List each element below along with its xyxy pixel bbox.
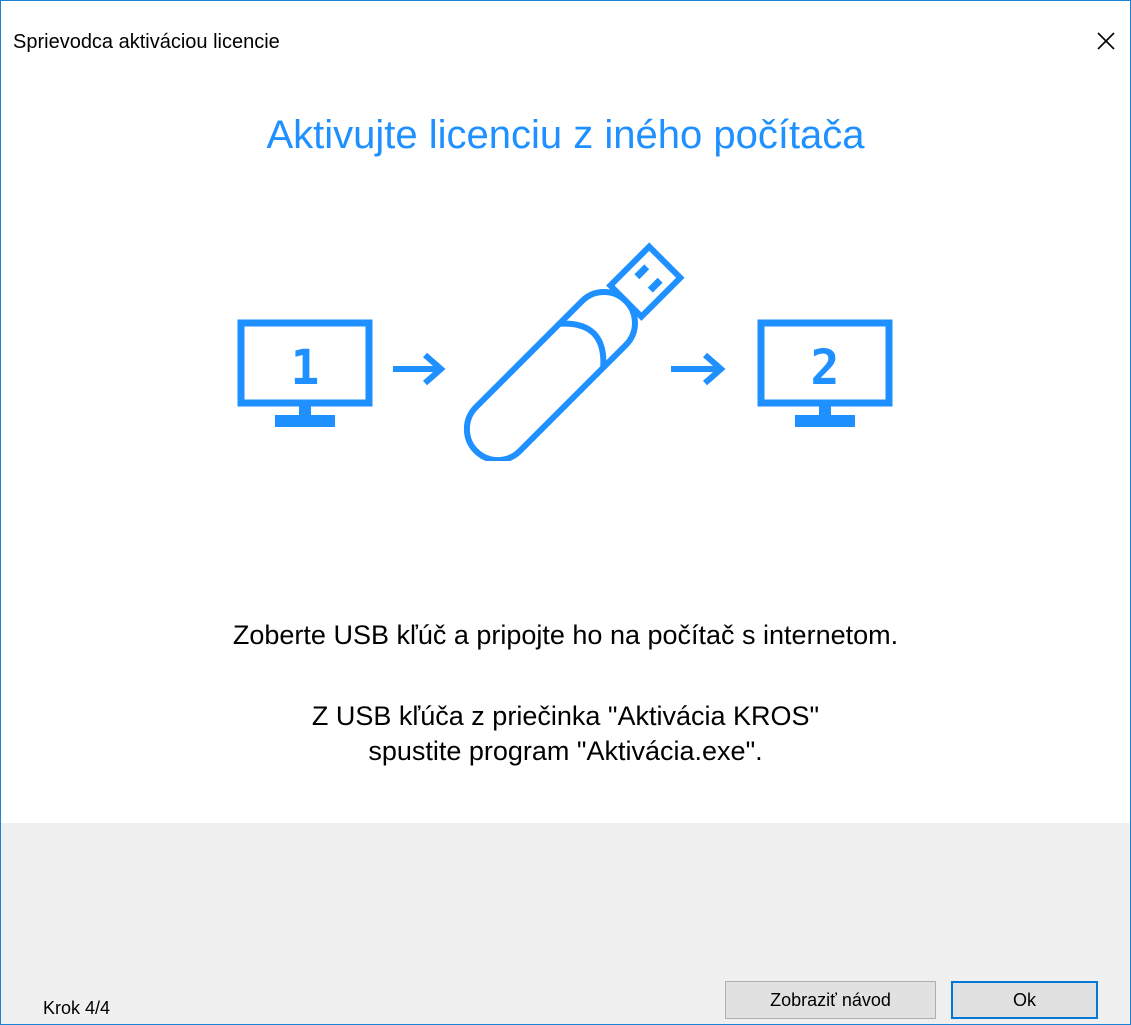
arrow-right-icon [393,352,446,386]
arrow-right-icon [671,352,726,386]
activation-wizard-window: Sprievodca aktiváciou licencie Aktivujte… [0,0,1131,1025]
title-bar: Sprievodca aktiváciou licencie [1,1,1130,81]
monitor-1-icon: 1 [237,319,373,427]
monitor-1-label: 1 [291,340,320,396]
page-title: Aktivujte licenciu z iného počítača [266,113,865,157]
close-icon [1097,32,1115,50]
instruction-line-3: spustite program "Aktivácia.exe". [368,736,763,766]
instruction-line-2: Z USB kľúča z priečinka "Aktivácia KROS" [311,701,820,731]
window-title: Sprievodca aktiváciou licencie [13,31,280,53]
ok-button[interactable]: Ok [951,981,1098,1019]
activation-illustration: 1 2 [237,242,893,461]
monitor-2-icon: 2 [757,319,893,427]
step-indicator: Krok 4/4 [43,998,111,1018]
show-guide-button[interactable]: Zobraziť návod [725,981,936,1019]
instruction-line-1: Zoberte USB kľúč a pripojte ho na počíta… [232,620,899,650]
wizard-footer: Krok 4/4 Zobraziť návod Ok [1,823,1130,1024]
close-button[interactable] [1082,15,1130,67]
usb-key-icon [463,242,685,461]
monitor-2-label: 2 [811,340,840,396]
